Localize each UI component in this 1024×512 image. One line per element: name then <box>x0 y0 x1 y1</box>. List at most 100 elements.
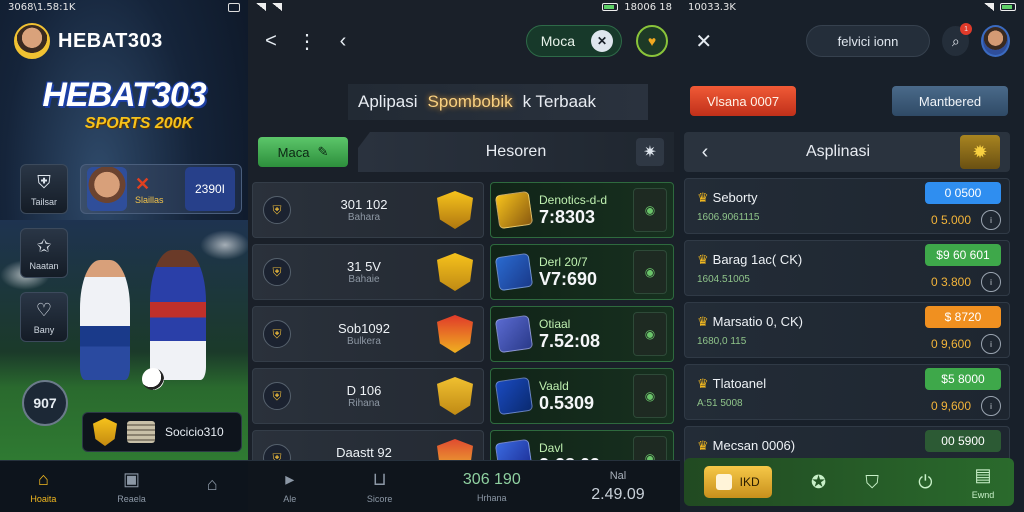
odds-row[interactable]: ♛ Tlatoanel A:51 5008 $5 8000 0 9,600 i <box>684 364 1010 420</box>
odds-title: Denotics-d-d <box>539 192 608 207</box>
nav-play[interactable]: ▸ Ale <box>283 469 296 504</box>
ticket-icon <box>715 474 732 490</box>
price-pill[interactable]: $ 8720 <box>925 306 1001 328</box>
match-sub: Rihana <box>348 398 380 409</box>
odds-card[interactable]: Otiaal 7.52:08 ◉ <box>490 306 674 362</box>
cube-icon <box>494 314 534 354</box>
info-icon[interactable]: i <box>981 334 1001 354</box>
arrow-icon[interactable]: ◉ <box>633 312 667 356</box>
nav-right-value: 2.49.09 <box>591 485 645 503</box>
share-icon[interactable]: < <box>260 30 282 53</box>
search-input[interactable]: felvici ionn <box>805 25 931 57</box>
player-figure <box>150 250 206 380</box>
match-list: ⛨ 301 102 Bahara Denotics-d-d 7:8303 ◉ ⛨… <box>252 182 680 486</box>
info-icon[interactable]: i <box>981 210 1001 230</box>
match-row[interactable]: ⛨ D 106 Rihana Vaald 0.5309 ◉ <box>252 368 680 424</box>
nav-menu[interactable]: ▤ Ewnd <box>972 465 995 500</box>
sparkle-icon[interactable]: ✷ <box>636 138 664 166</box>
info-icon[interactable]: i <box>981 272 1001 292</box>
odds-card[interactable]: Vaald 0.5309 ◉ <box>490 368 674 424</box>
burst-icon[interactable]: ✹ <box>960 135 1000 169</box>
arrow-icon[interactable]: ◉ <box>633 374 667 418</box>
odds-number: 0 3.800 <box>930 275 971 289</box>
more-pill[interactable]: Moca ✕ <box>525 25 622 57</box>
nav-power[interactable]: ⏻ <box>918 472 932 493</box>
banner-highlight: Spombobik <box>427 92 513 111</box>
nav-home[interactable]: ⌂ Hoaita <box>30 469 56 504</box>
more-vertical-icon[interactable]: ⋮ <box>296 29 318 54</box>
nav-right-title: Nal <box>609 469 627 482</box>
shield-icon <box>437 315 473 353</box>
odds-card[interactable]: Derl 20/7 V7:690 ◉ <box>490 244 674 300</box>
odds-row-values: $9 60 601 0 3.800 i <box>925 244 1001 292</box>
odds-line: 0 5.000 i <box>931 210 1001 230</box>
cash-icon <box>127 421 155 443</box>
arrow-icon[interactable]: ◉ <box>633 250 667 294</box>
notification-button[interactable]: ⌕ 1 <box>942 23 973 56</box>
nav-football[interactable]: ✪ <box>811 472 826 493</box>
match-text: D 106 Rihana <box>301 383 427 409</box>
odds-value: 7.52:08 <box>539 330 601 351</box>
side-menu: ⛨ Tailsar ✩ Naatan ♡ Bany <box>20 164 68 342</box>
match-sub: Bahaie <box>348 274 380 285</box>
crown-icon: ♛ <box>697 251 709 267</box>
maca-button[interactable]: Maca ✎ <box>258 137 348 167</box>
match-row[interactable]: ⛨ 301 102 Bahara Denotics-d-d 7:8303 ◉ <box>252 182 680 238</box>
player-card[interactable]: ✕ Slaillas 2390I <box>80 164 242 214</box>
arrow-icon[interactable]: ◉ <box>633 188 667 232</box>
price-pill[interactable]: $5 8000 <box>925 368 1001 390</box>
back-icon[interactable]: ‹ <box>694 141 716 164</box>
nav-shirt[interactable]: ⛉ <box>865 472 879 493</box>
odds-row[interactable]: ♛ Barag 1ac( CK) 1604.51005 $9 60 601 0 3… <box>684 240 1010 296</box>
reward-text: Socicio310 <box>165 425 224 439</box>
match-row[interactable]: ⛨ Sob1092 Bulkera Otiaal 7.52:08 ◉ <box>252 306 680 362</box>
price-pill[interactable]: 0 0500 <box>925 182 1001 204</box>
odds-row[interactable]: ♛ Marsatio 0, CK) 1680,0 115 $ 8720 0 9,6… <box>684 302 1010 358</box>
red-action-button[interactable]: Vlsana 0007 <box>690 86 796 116</box>
odds-list: ♛ Seborty 1606.9061115 0 0500 0 5.000 i ♛ B… <box>684 178 1010 482</box>
odds-row[interactable]: ♛ Seborty 1606.9061115 0 0500 0 5.000 i <box>684 178 1010 234</box>
side-button-2[interactable]: ✩ Naatan <box>20 228 68 278</box>
side-button-3[interactable]: ♡ Bany <box>20 292 68 342</box>
nav-center[interactable]: 306 190 Hrhana <box>463 471 521 503</box>
status-time: 3068\1.58:1K <box>8 1 76 13</box>
nav-reaela[interactable]: ▣ Reaela <box>117 469 146 504</box>
match-row[interactable]: ⛨ 31 5V Bahaie Derl 20/7 V7:690 ◉ <box>252 244 680 300</box>
odds-row-sub: 1680,0 115 <box>697 335 747 347</box>
price-pill[interactable]: $9 60 601 <box>925 244 1001 266</box>
shield-icon: ⛨ <box>263 320 291 348</box>
logo: HEBAT303 SPORTS 200K <box>0 76 248 133</box>
close-icon[interactable]: ✕ <box>135 174 164 195</box>
level-badge[interactable]: 907 <box>22 380 68 426</box>
member-button[interactable]: Mantbered <box>892 86 1008 116</box>
price-pill[interactable]: 00 5900 <box>925 430 1001 452</box>
gallery-icon <box>228 2 240 12</box>
odds-card[interactable]: Denotics-d-d 7:8303 ◉ <box>490 182 674 238</box>
avatar[interactable] <box>981 25 1011 57</box>
side-button-label: Tailsar <box>30 196 57 207</box>
nav-sicore[interactable]: ⊔ Sicore <box>367 469 393 504</box>
match-title: 31 5V <box>347 259 381 274</box>
nav-third[interactable]: ⌂ <box>207 474 218 499</box>
shield-icon: ⛨ <box>37 171 51 192</box>
odds-row-name: ♛ Marsatio 0, CK) <box>697 314 925 330</box>
info-icon[interactable]: i <box>981 396 1001 416</box>
reward-bar[interactable]: Socicio310 <box>82 412 242 452</box>
nav-right[interactable]: Nal 2.49.09 <box>591 470 644 504</box>
section-header: Hesoren ✷ <box>358 132 674 172</box>
odds-row-title: Mecsan 0006) <box>712 438 796 453</box>
bottom-nav: ⌂ Hoaita ▣ Reaela ⌂ <box>0 460 248 512</box>
nav-chip[interactable]: IKD <box>703 466 772 498</box>
shield-icon: ⛨ <box>263 196 291 224</box>
cube-icon <box>494 190 534 230</box>
close-icon[interactable]: ✕ <box>694 29 714 54</box>
bottom-nav: ▸ Ale ⊔ Sicore 306 190 Hrhana Nal 2.49.0… <box>248 460 680 512</box>
side-button-1[interactable]: ⛨ Tailsar <box>20 164 68 214</box>
reward-icon[interactable]: ♥ <box>636 25 668 57</box>
close-icon[interactable]: ✕ <box>591 30 613 52</box>
back-icon[interactable]: ‹ <box>332 30 354 53</box>
odds-number: 0 9,600 <box>930 399 971 413</box>
section-header: ‹ Asplinasi ✹ <box>684 132 1010 172</box>
odds-row-sub: 1604.51005 <box>697 273 750 285</box>
avatar[interactable] <box>14 23 50 59</box>
